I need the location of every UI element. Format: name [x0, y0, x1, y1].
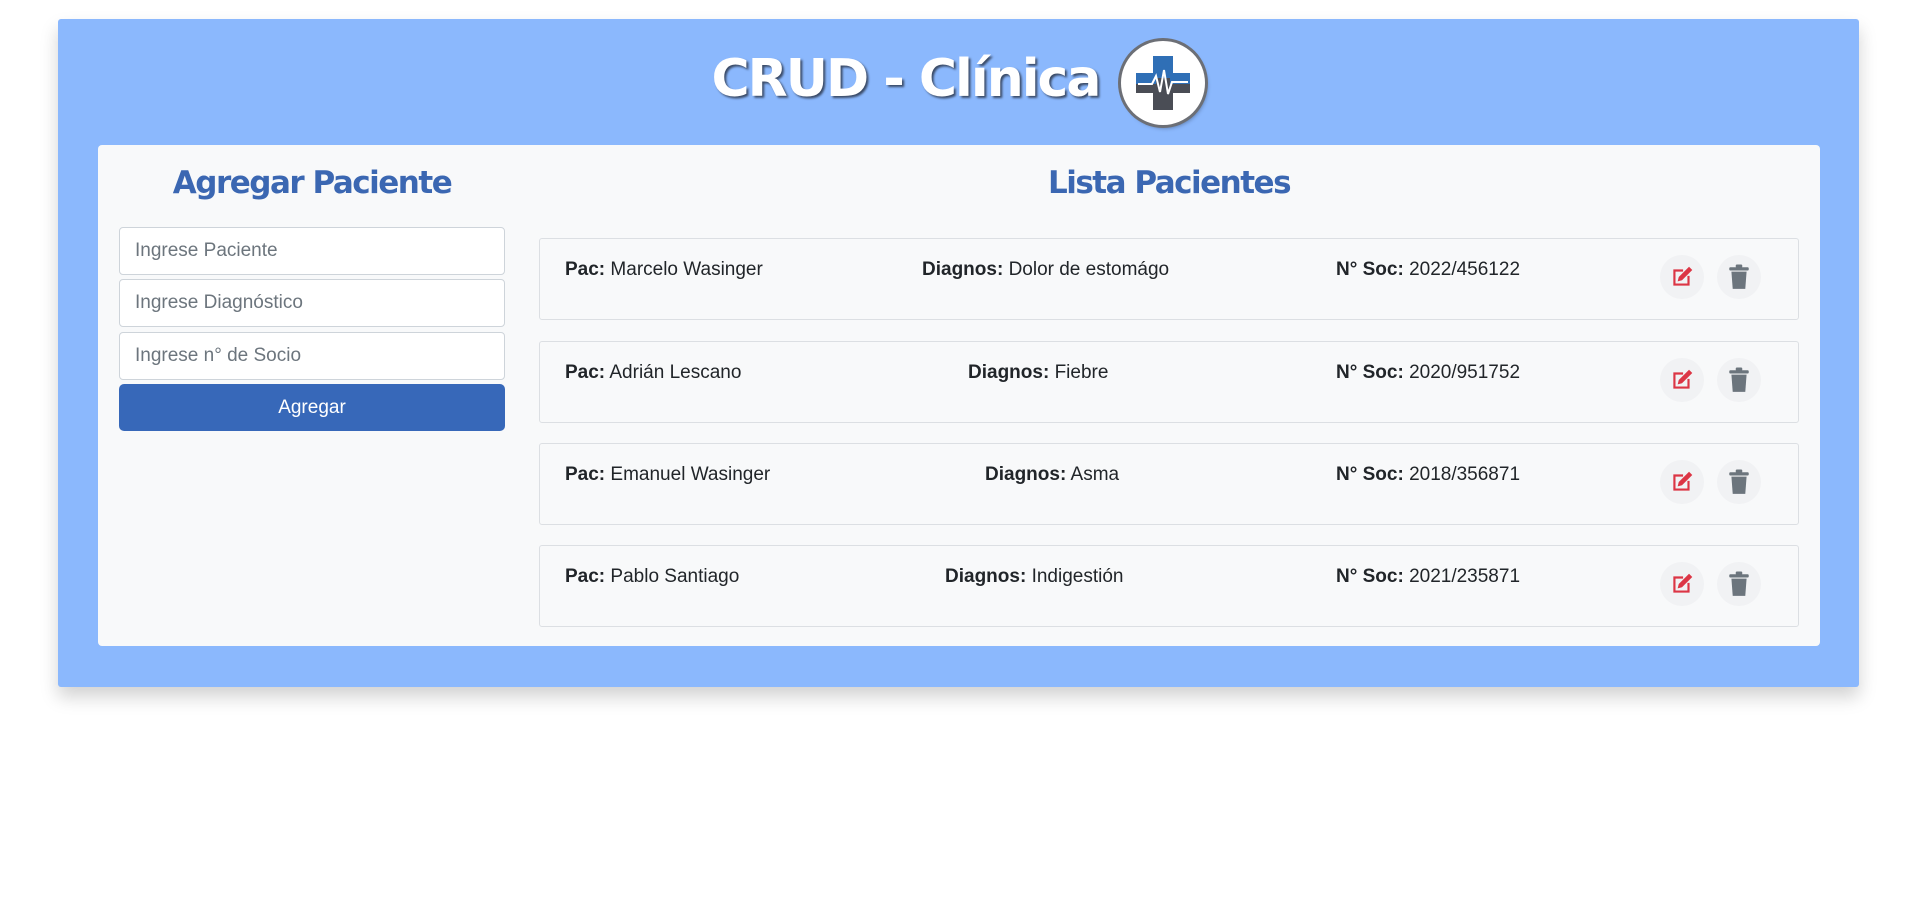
patient-row: Pac: Adrián Lescano Diagnos: Fiebre N° S…	[539, 341, 1799, 423]
diagnosis-value: Dolor de estomágo	[1008, 259, 1170, 280]
app-container: CRUD - Clínica Agregar Paciente Agregar …	[58, 19, 1859, 687]
member-value: 2020/951752	[1409, 362, 1521, 383]
member-value: 2022/456122	[1409, 259, 1521, 280]
diagnosis-cell: Diagnos: Dolor de estomágo	[922, 259, 1169, 281]
medical-cross-heartbeat-icon	[1121, 40, 1206, 125]
edit-icon	[1673, 573, 1693, 593]
page-title: CRUD - Clínica	[711, 48, 1102, 109]
edit-icon	[1673, 369, 1693, 389]
member-label: N° Soc:	[1336, 464, 1404, 485]
diagnosis-label: Diagnos:	[945, 566, 1027, 587]
member-label: N° Soc:	[1336, 566, 1404, 587]
patient-name: Pablo Santiago	[610, 566, 740, 587]
add-button[interactable]: Agregar	[119, 384, 505, 431]
member-label: N° Soc:	[1336, 362, 1404, 383]
trash-icon	[1729, 264, 1749, 289]
patient-label: Pac:	[565, 464, 606, 485]
diagnosis-label: Diagnos:	[968, 362, 1050, 383]
member-cell: N° Soc: 2021/235871	[1336, 566, 1520, 588]
delete-button[interactable]	[1717, 358, 1761, 402]
diagnosis-cell: Diagnos: Indigestión	[945, 566, 1123, 588]
diagnosis-value: Indigestión	[1031, 566, 1124, 587]
patient-cell: Pac: Adrián Lescano	[565, 362, 741, 384]
member-number-input[interactable]	[119, 332, 505, 380]
patient-name: Adrián Lescano	[609, 362, 742, 383]
member-cell: N° Soc: 2018/356871	[1336, 464, 1520, 486]
patient-row: Pac: Emanuel Wasinger Diagnos: Asma N° S…	[539, 443, 1799, 525]
content-panel: Agregar Paciente Agregar Lista Pacientes…	[98, 145, 1820, 646]
trash-icon	[1729, 571, 1749, 596]
delete-button[interactable]	[1717, 460, 1761, 504]
patient-cell: Pac: Marcelo Wasinger	[565, 259, 763, 281]
member-cell: N° Soc: 2022/456122	[1336, 259, 1520, 281]
patient-cell: Pac: Pablo Santiago	[565, 566, 739, 588]
patient-name: Marcelo Wasinger	[610, 259, 763, 280]
delete-button[interactable]	[1717, 562, 1761, 606]
member-label: N° Soc:	[1336, 259, 1404, 280]
diagnosis-cell: Diagnos: Fiebre	[968, 362, 1108, 384]
edit-icon	[1673, 471, 1693, 491]
diagnosis-label: Diagnos:	[985, 464, 1067, 485]
patient-row: Pac: Marcelo Wasinger Diagnos: Dolor de …	[539, 238, 1799, 320]
member-cell: N° Soc: 2020/951752	[1336, 362, 1520, 384]
patient-input[interactable]	[119, 227, 505, 275]
diagnosis-label: Diagnos:	[922, 259, 1004, 280]
header: CRUD - Clínica	[58, 19, 1859, 146]
member-value: 2021/235871	[1409, 566, 1521, 587]
edit-button[interactable]	[1660, 358, 1704, 402]
trash-icon	[1729, 469, 1749, 494]
edit-button[interactable]	[1660, 255, 1704, 299]
diagnosis-value: Asma	[1070, 464, 1120, 485]
edit-button[interactable]	[1660, 562, 1704, 606]
form-title: Agregar Paciente	[172, 165, 453, 201]
member-value: 2018/356871	[1409, 464, 1521, 485]
patient-name: Emanuel Wasinger	[610, 464, 771, 485]
patient-label: Pac:	[565, 362, 606, 383]
list-title: Lista Pacientes	[1047, 165, 1292, 201]
diagnosis-cell: Diagnos: Asma	[985, 464, 1119, 486]
patient-label: Pac:	[565, 259, 606, 280]
patient-label: Pac:	[565, 566, 606, 587]
delete-button[interactable]	[1717, 255, 1761, 299]
diagnosis-input[interactable]	[119, 279, 505, 327]
diagnosis-value: Fiebre	[1054, 362, 1109, 383]
edit-icon	[1673, 266, 1693, 286]
edit-button[interactable]	[1660, 460, 1704, 504]
trash-icon	[1729, 367, 1749, 392]
patient-row: Pac: Pablo Santiago Diagnos: Indigestión…	[539, 545, 1799, 627]
patient-cell: Pac: Emanuel Wasinger	[565, 464, 770, 486]
